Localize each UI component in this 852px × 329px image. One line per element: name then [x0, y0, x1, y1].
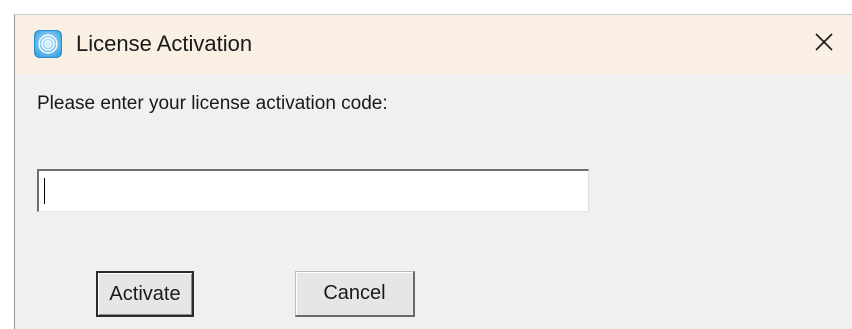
activate-button[interactable]: Activate: [96, 271, 194, 317]
activation-code-input[interactable]: [37, 169, 589, 212]
cancel-button[interactable]: Cancel: [295, 271, 415, 317]
window-title: License Activation: [76, 31, 253, 56]
activation-prompt: Please enter your license activation cod…: [37, 93, 388, 114]
close-button[interactable]: [796, 15, 852, 74]
text-caret: [44, 178, 45, 204]
app-logo-icon: [34, 30, 62, 58]
close-icon: [814, 32, 834, 57]
title-bar[interactable]: License Activation: [15, 15, 852, 74]
license-activation-dialog: License Activation Please enter your lic…: [14, 14, 852, 329]
